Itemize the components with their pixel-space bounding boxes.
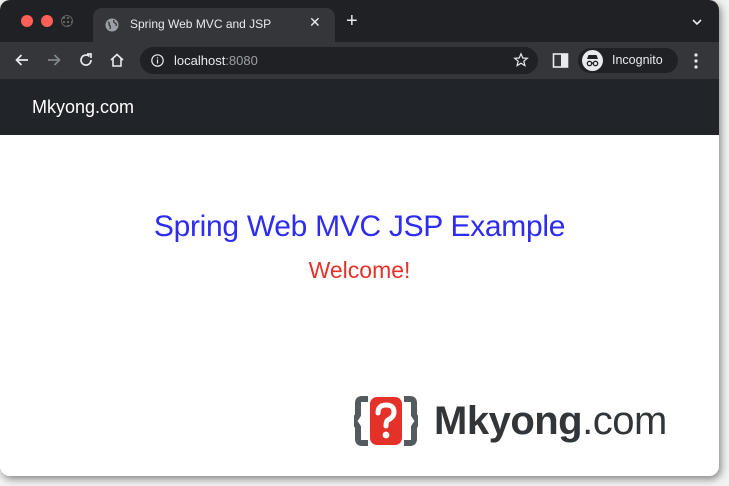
- close-window-button[interactable]: [21, 15, 33, 27]
- chevron-down-icon[interactable]: [690, 15, 704, 29]
- side-panel-icon[interactable]: [552, 52, 569, 69]
- minimize-window-button[interactable]: [41, 15, 53, 27]
- browser-toolbar: localhost:8080 Incognito: [0, 42, 719, 79]
- home-icon[interactable]: [108, 51, 126, 69]
- incognito-icon: [582, 50, 603, 71]
- tab-active[interactable]: Spring Web MVC and JSP ✕: [93, 8, 335, 42]
- tab-strip: Spring Web MVC and JSP ✕ +: [0, 0, 719, 42]
- site-navbar: Mkyong.com: [0, 79, 719, 135]
- navbar-brand-link[interactable]: Mkyong.com: [32, 97, 134, 118]
- watermark-text: Mkyong.com: [434, 399, 667, 444]
- info-icon[interactable]: [151, 54, 164, 67]
- forward-arrow-icon[interactable]: [45, 51, 63, 69]
- watermark-suffix: .com: [582, 399, 667, 443]
- url-host: localhost: [174, 53, 226, 68]
- page-heading: Spring Web MVC JSP Example: [153, 210, 566, 243]
- globe-icon: [105, 18, 119, 32]
- welcome-message: Welcome!: [308, 257, 411, 283]
- url-port: :8080: [225, 53, 258, 68]
- more-menu-icon[interactable]: [692, 52, 700, 70]
- address-bar[interactable]: localhost:8080: [140, 47, 538, 74]
- back-arrow-icon[interactable]: [13, 51, 31, 69]
- url-text[interactable]: localhost:8080: [174, 53, 258, 68]
- watermark-name: Mkyong: [434, 399, 583, 443]
- reload-icon[interactable]: [77, 51, 95, 69]
- mkyong-logo-icon: [354, 396, 418, 446]
- incognito-profile-button[interactable]: Incognito: [578, 48, 678, 73]
- new-tab-button[interactable]: +: [346, 11, 358, 31]
- tab-close-icon[interactable]: ✕: [309, 14, 321, 31]
- mkyong-watermark: Mkyong.com: [354, 395, 684, 447]
- zoom-window-button[interactable]: [61, 15, 73, 27]
- incognito-label: Incognito: [612, 53, 663, 67]
- star-icon[interactable]: [513, 52, 529, 68]
- tab-title: Spring Web MVC and JSP: [130, 17, 272, 31]
